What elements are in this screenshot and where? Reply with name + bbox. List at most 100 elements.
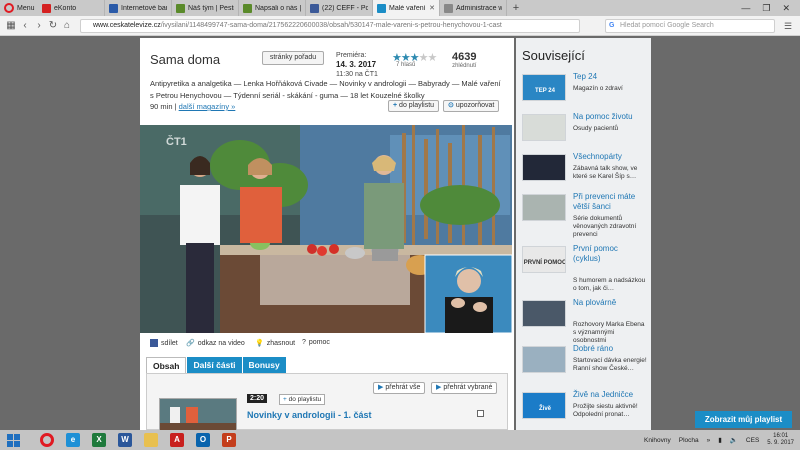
related-item[interactable]: Všechnopárty Zábavná talk show, ve které … — [522, 152, 647, 190]
system-tray: Knihovny Plocha » ▮ 🔈 CES 16:01 5. 9. 20… — [644, 430, 800, 450]
language-indicator[interactable]: CES — [746, 437, 759, 444]
video-player[interactable]: ČT1 — [140, 125, 512, 333]
browser-tab[interactable]: eKonto — [38, 0, 105, 16]
item-thumbnail[interactable] — [159, 398, 237, 431]
related-thumbnail[interactable] — [522, 154, 566, 181]
taskbar-acrobat[interactable]: A — [164, 430, 190, 450]
browser-tab[interactable]: (22) CEFF - Podpořte p — [306, 0, 373, 16]
related-thumbnail[interactable]: TEP 24 — [522, 74, 566, 101]
more-magazines-link[interactable]: další magazíny » — [179, 102, 236, 111]
content-tab[interactable]: Bonusy — [242, 357, 286, 373]
program-page-button[interactable]: stránky pořadu — [262, 51, 324, 65]
browser-tab[interactable]: Napsali o nás | Pestrá s — [239, 0, 306, 16]
related-thumbnail[interactable] — [522, 194, 566, 221]
premiere-label: Premiéra: — [336, 52, 367, 59]
network-icon[interactable]: ▮ — [718, 436, 722, 444]
related-item[interactable]: Při prevenci máte větší šanci Série dokum… — [522, 192, 647, 238]
content-tab[interactable]: Obsah — [146, 357, 187, 373]
item-select-checkbox[interactable] — [477, 410, 484, 417]
windows-icon — [6, 433, 20, 447]
related-thumbnail[interactable]: Živě — [522, 392, 566, 419]
tray-libraries[interactable]: Knihovny — [644, 437, 671, 444]
clock-date: 5. 9. 2017 — [767, 440, 794, 446]
notify-button[interactable]: ⊙ upozorňovat — [443, 100, 500, 112]
folder-icon — [144, 433, 158, 447]
premiere-date: 14. 3. 2017 — [336, 60, 377, 69]
related-item[interactable]: Na plovárně Rozhovory Marka Ebena s význa… — [522, 298, 647, 344]
related-thumbnail[interactable]: PRVNÍ POMOC — [522, 246, 566, 273]
votes-count: 7 hlasů — [396, 62, 416, 68]
clock-time: 16:01 — [773, 433, 789, 439]
browser-tab[interactable]: Internetové bankovnic — [105, 0, 172, 16]
related-title-link[interactable]: První pomoc (cyklus) — [573, 244, 647, 264]
clock[interactable]: 16:01 5. 9. 2017 — [767, 433, 794, 447]
dim-lights-action[interactable]: 💡 zhasnout — [255, 339, 295, 348]
content-tabs: Obsah Další části Bonusy — [146, 357, 286, 373]
tray-chevron-icon[interactable]: » — [707, 437, 711, 444]
browser-tab[interactable]: Malé vaření s Petrou H✕ — [373, 0, 440, 16]
related-thumbnail[interactable] — [522, 300, 566, 327]
tray-desktop[interactable]: Plocha — [679, 437, 699, 444]
share-action[interactable]: sdílet — [150, 339, 178, 347]
related-thumb-image — [523, 347, 565, 372]
browser-menu-icon[interactable]: ☰ — [784, 21, 792, 32]
browser-tab[interactable]: Administrace webu — [440, 0, 507, 16]
powerpoint-icon: P — [222, 433, 236, 447]
taskbar-explorer[interactable] — [138, 430, 164, 450]
related-item[interactable]: Dobré ráno Startovací dávka energie! Rann… — [522, 344, 647, 382]
menu-label: Menu — [17, 4, 35, 12]
related-item[interactable]: Živě Živě na Jedničce Prožijte siestu akti… — [522, 390, 647, 428]
home-icon[interactable]: ⌂ — [60, 20, 74, 31]
related-title-link[interactable]: Při prevenci máte větší šanci — [573, 192, 647, 212]
related-thumbnail[interactable] — [522, 346, 566, 373]
related-title-link[interactable]: Dobré ráno — [573, 344, 647, 354]
help-action[interactable]: ? pomoc — [302, 339, 330, 346]
maximize-icon[interactable]: ❐ — [762, 3, 770, 14]
related-item[interactable]: Na pomoc životu Osudy pacientů — [522, 112, 647, 150]
word-icon: W — [118, 433, 132, 447]
video-link-action[interactable]: 🔗 odkaz na video — [186, 339, 245, 348]
forward-icon[interactable]: › — [32, 20, 46, 31]
play-all-button[interactable]: ▶ přehrát vše — [373, 382, 426, 394]
taskbar-powerpoint[interactable]: P — [216, 430, 242, 450]
taskbar-ie[interactable]: e — [60, 430, 86, 450]
grid-icon[interactable]: ▦ — [4, 20, 18, 31]
related-title-link[interactable]: Tep 24 — [573, 72, 647, 82]
opera-menu-button[interactable]: Menu — [0, 0, 38, 16]
show-playlist-button[interactable]: Zobrazit můj playlist — [695, 411, 792, 428]
taskbar-word[interactable]: W — [112, 430, 138, 450]
play-selected-label: přehrát vybrané — [443, 384, 493, 391]
minimize-icon[interactable]: — — [741, 3, 750, 13]
related-thumbnail[interactable] — [522, 114, 566, 141]
item-title-link[interactable]: Novinky v andrologii - 1. část — [247, 410, 372, 420]
related-title-link[interactable]: Všechnopárty — [573, 152, 647, 162]
taskbar-outlook[interactable]: O — [190, 430, 216, 450]
star-icon[interactable]: ★ — [428, 52, 438, 64]
url-field[interactable]: www.ceskatelevize.cz/ivysilani/114849974… — [80, 19, 580, 33]
related-title-link[interactable]: Živě na Jedničce — [573, 390, 647, 400]
taskbar-opera[interactable] — [34, 430, 60, 450]
reload-icon[interactable]: ↻ — [46, 20, 60, 31]
item-add-playlist-button[interactable]: + do playlistu — [279, 394, 326, 405]
star-icon[interactable]: ★ — [419, 52, 429, 64]
tab-favicon-icon — [310, 3, 319, 13]
close-tab-icon[interactable]: ✕ — [429, 4, 435, 12]
browser-tab[interactable]: Náš tým | Pestrá strava — [172, 0, 239, 16]
notify-label: upozorňovat — [455, 102, 495, 109]
link-icon: 🔗 — [186, 340, 195, 347]
add-to-playlist-button[interactable]: + do playlistu — [388, 100, 440, 112]
volume-icon[interactable]: 🔈 — [730, 436, 738, 444]
related-title-link[interactable]: Na pomoc životu — [573, 112, 647, 122]
back-icon[interactable]: ‹ — [18, 20, 32, 31]
close-window-icon[interactable]: ✕ — [782, 3, 790, 14]
content-tab[interactable]: Další části — [187, 357, 242, 373]
play-selected-button[interactable]: ▶ přehrát vybrané — [431, 382, 498, 394]
search-field[interactable]: G Hledat pomocí Google Search — [605, 19, 775, 33]
related-item[interactable]: PRVNÍ POMOC První pomoc (cyklus) S humorem… — [522, 244, 647, 292]
play-all-label: přehrát vše — [385, 384, 421, 391]
start-button[interactable] — [0, 430, 26, 450]
related-title-link[interactable]: Na plovárně — [573, 298, 647, 308]
new-tab-button[interactable]: + — [507, 0, 525, 16]
related-item[interactable]: TEP 24 Tep 24 Magazín o zdraví — [522, 72, 647, 110]
taskbar-excel[interactable]: X — [86, 430, 112, 450]
